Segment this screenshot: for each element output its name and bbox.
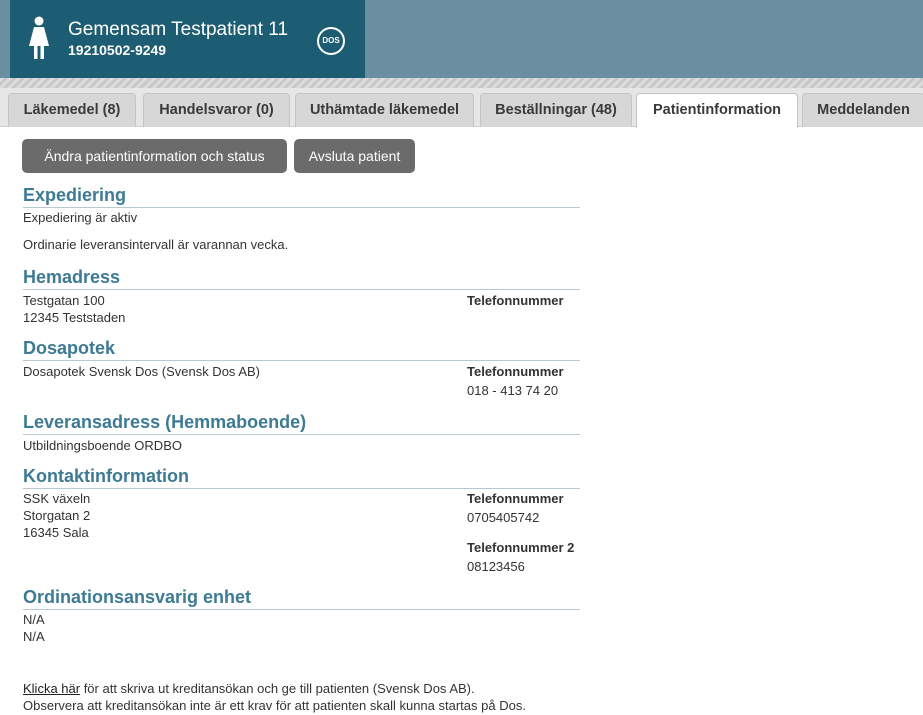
credit-application-rest: för att skriva ut kreditansökan och ge t…: [80, 681, 475, 696]
expediering-status: Expediering är aktiv: [23, 210, 138, 225]
contact-name: SSK växeln: [23, 491, 91, 506]
contact-phone2-label: Telefonnummer 2: [467, 540, 575, 555]
ordination-line-2: N/A: [23, 629, 45, 644]
patient-header: Gemensam Testpatient 11 19210502-9249 DO…: [0, 0, 923, 78]
section-expediering-title: Expediering: [23, 184, 580, 208]
contact-phone: 0705405742: [467, 510, 540, 525]
tab-handelsvaror[interactable]: Handelsvaror (0): [143, 93, 290, 127]
credit-application-note: Observera att kreditansökan inte är ett …: [23, 698, 526, 713]
section-hemadress-title: Hemadress: [23, 266, 580, 290]
contact-phone-label: Telefonnummer: [467, 491, 564, 506]
patient-personnummer: 19210502-9249: [68, 42, 167, 58]
section-dosapotek-title: Dosapotek: [23, 337, 580, 361]
tab-meddelanden[interactable]: Meddelanden: [802, 93, 923, 127]
dosapotek-name: Dosapotek Svensk Dos (Svensk Dos AB): [23, 364, 260, 379]
home-street: Testgatan 100: [23, 293, 105, 308]
tab-bar: Läkemedel (8) Handelsvaror (0) Uthämtade…: [0, 88, 923, 128]
edit-patient-button[interactable]: Ändra patientinformation och status: [22, 139, 287, 173]
contact-city: 16345 Sala: [23, 525, 89, 540]
section-leveransadress-title: Leveransadress (Hemmaboende): [23, 411, 580, 435]
credit-application-text: Klicka här för att skriva ut kreditansök…: [23, 681, 475, 697]
dos-badge: DOS: [317, 27, 345, 55]
home-city: 12345 Teststaden: [23, 310, 126, 325]
delivery-interval: Ordinarie leveransintervall är varannan …: [23, 237, 289, 252]
dosapotek-phone-label: Telefonnummer: [467, 364, 564, 379]
patient-name: Gemensam Testpatient 11: [68, 19, 289, 40]
tab-uthamtade-lakemedel[interactable]: Uthämtade läkemedel: [295, 93, 474, 127]
header-divider: [0, 78, 923, 88]
section-ordination-title: Ordinationsansvarig enhet: [23, 586, 580, 610]
home-phone-label: Telefonnummer: [467, 293, 564, 308]
tab-bestallningar[interactable]: Beställningar (48): [480, 93, 632, 127]
contact-phone2: 08123456: [467, 559, 525, 574]
tab-patientinformation[interactable]: Patientinformation: [636, 93, 798, 128]
end-patient-button[interactable]: Avsluta patient: [294, 139, 415, 173]
contact-street: Storgatan 2: [23, 508, 91, 523]
delivery-address-name: Utbildningsboende ORDBO: [23, 438, 182, 453]
credit-application-link[interactable]: Klicka här: [23, 681, 80, 696]
patient-card: Gemensam Testpatient 11 19210502-9249 DO…: [10, 0, 365, 78]
female-person-icon: [29, 16, 49, 59]
tab-lakemedel[interactable]: Läkemedel (8): [8, 93, 136, 127]
section-kontakt-title: Kontaktinformation: [23, 465, 580, 489]
ordination-line-1: N/A: [23, 612, 45, 627]
dosapotek-phone: 018 - 413 74 20: [467, 383, 559, 398]
